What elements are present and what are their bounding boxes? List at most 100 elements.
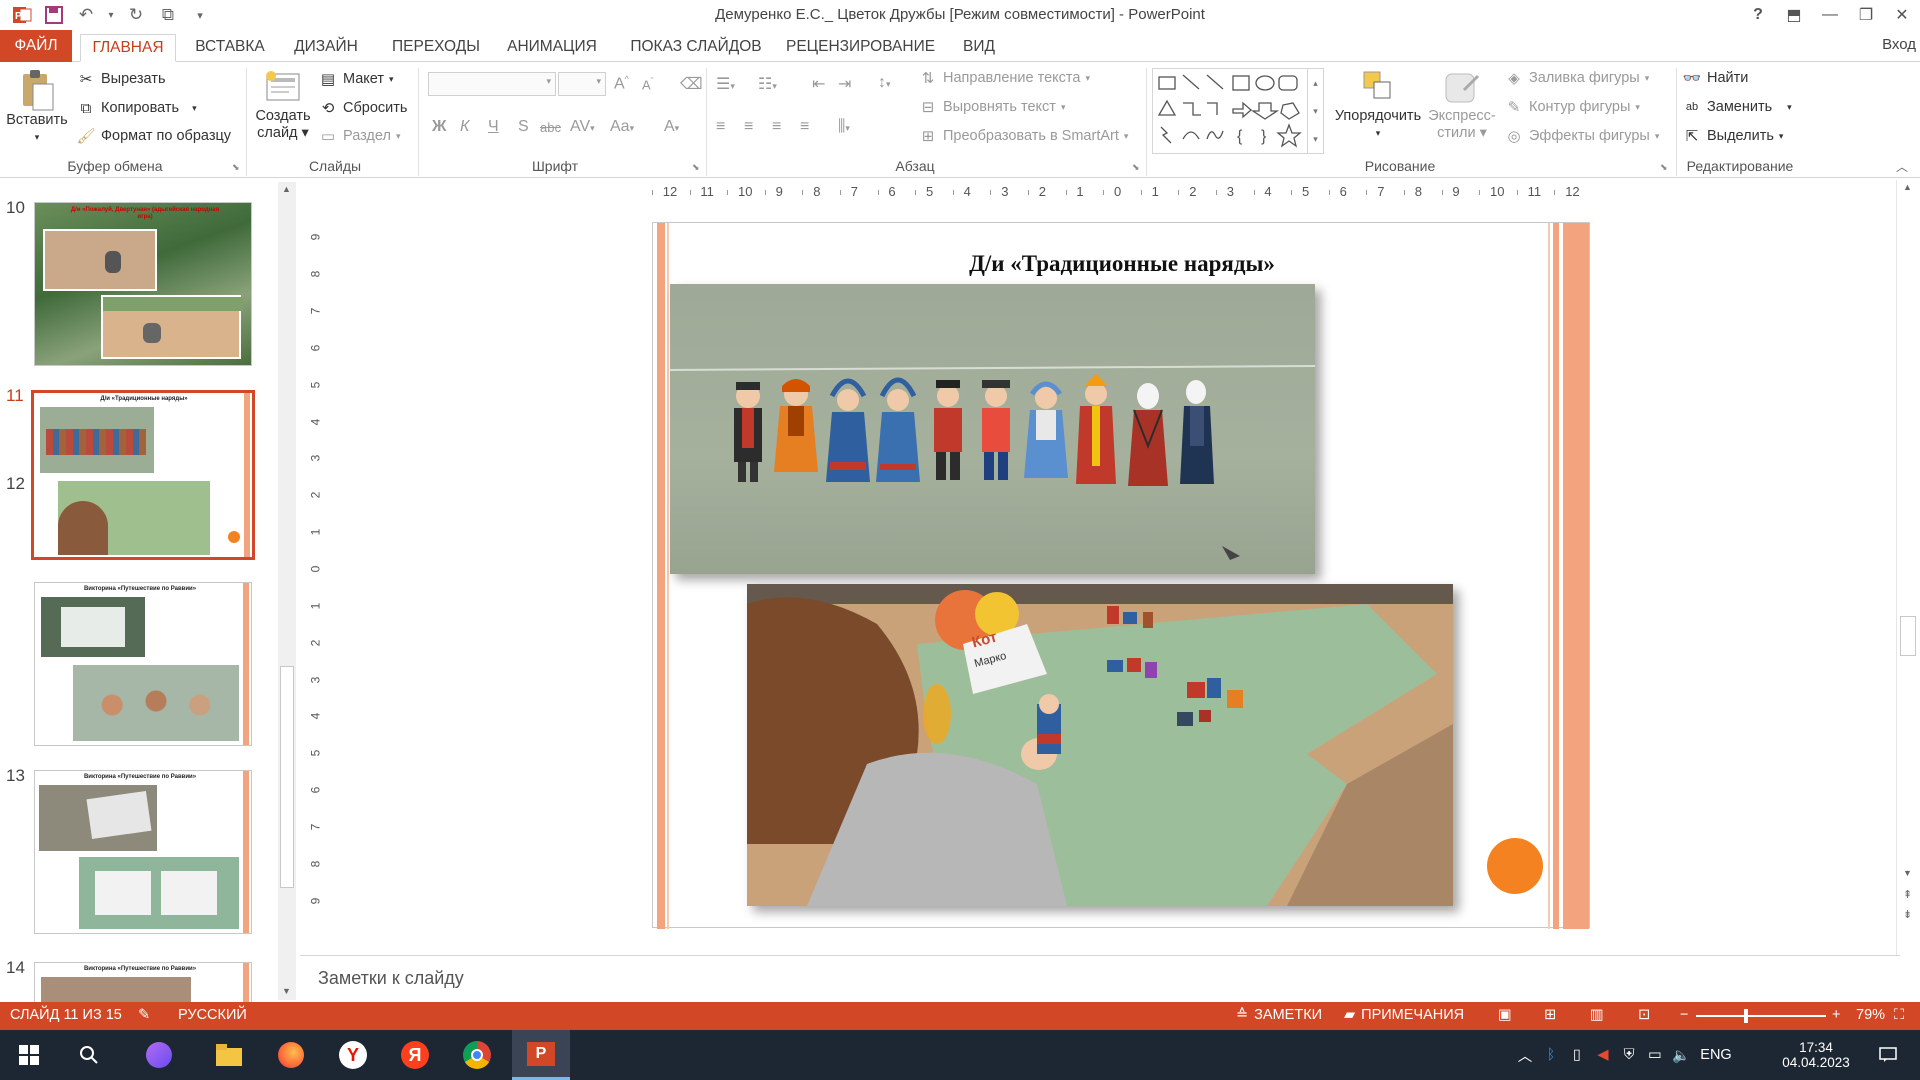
slide-canvas[interactable]: Д/и «Традиционные наряды» Кот Марко [652, 222, 1591, 929]
cut-button[interactable]: ✂ Вырезать [76, 69, 166, 89]
shapes-gallery-scroll[interactable]: ▴ ▾ ▾ [1307, 69, 1323, 153]
tab-home[interactable]: ГЛАВНАЯ [80, 34, 176, 62]
format-painter-button[interactable]: 🖌 Формат по образцу [76, 126, 231, 146]
notes-pane[interactable]: Заметки к слайду [300, 955, 1900, 1003]
font-name-input[interactable]: ▾ [428, 72, 556, 96]
shape-effects-button[interactable]: ◎ Эффекты фигуры ▾ [1504, 126, 1659, 146]
paste-dropdown-icon[interactable]: ▾ [4, 129, 70, 146]
shadow-button[interactable]: S [518, 118, 529, 136]
ribbon-display-options-icon[interactable]: ⬒ [1776, 0, 1812, 30]
section-button[interactable]: ▭ Раздел ▾ [318, 126, 401, 146]
zoom-slider[interactable] [1696, 1009, 1826, 1023]
tab-view[interactable]: ВИД [954, 34, 1004, 62]
notifications-icon[interactable] [1866, 1030, 1910, 1080]
zoom-out-icon[interactable]: − [1680, 1007, 1688, 1023]
comments-toggle-button[interactable]: ▰ ПРИМЕЧАНИЯ [1344, 1007, 1464, 1023]
clock[interactable]: 17:34 04.04.2023 [1770, 1030, 1862, 1080]
tab-transitions[interactable]: ПЕРЕХОДЫ [388, 34, 484, 62]
quick-styles-button[interactable]: Экспресс- стили ▾ [1422, 68, 1502, 142]
char-spacing-button[interactable]: AV▾ [570, 118, 595, 136]
next-slide-icon[interactable]: ⇟ [1903, 908, 1912, 921]
notes-placeholder[interactable]: Заметки к слайду [318, 968, 464, 989]
text-direction-button[interactable]: ⇅ Направление текста ▾ [918, 68, 1090, 88]
search-icon[interactable] [60, 1030, 118, 1080]
slide-title[interactable]: Д/и «Традиционные наряды» [653, 251, 1591, 277]
scroll-thumb[interactable] [280, 666, 294, 888]
align-center-icon[interactable]: ≡ [744, 118, 753, 136]
tab-review[interactable]: РЕЦЕНЗИРОВАНИЕ [786, 34, 935, 62]
reset-button[interactable]: ⟲ Сбросить [318, 98, 408, 118]
thumbnail-slide-12[interactable]: Викторина «Путешествие по Раввии» [34, 582, 252, 746]
arrange-button[interactable]: Упорядочить ▾ [1328, 68, 1428, 142]
zoom-level[interactable]: 79% [1856, 1007, 1885, 1023]
new-slide-button[interactable]: Создать слайд ▾ [250, 68, 316, 142]
yandex-browser-icon[interactable]: Y [324, 1030, 382, 1080]
thumbnail-slide-10[interactable]: Д/и «Пожалуй, Двертунан» (адыгейская нар… [34, 202, 252, 366]
volume-icon[interactable]: 🔈 [1668, 1047, 1694, 1064]
orange-circle[interactable] [1487, 838, 1543, 894]
zoom-slider-thumb[interactable] [1743, 1009, 1748, 1023]
italic-button[interactable]: К [460, 118, 469, 136]
font-size-input[interactable]: ▾ [558, 72, 606, 96]
language-indicator[interactable]: РУССКИЙ [178, 1007, 247, 1023]
paste-button[interactable]: Вставить ▾ [4, 68, 70, 146]
shape-outline-button[interactable]: ✎ Контур фигуры ▾ [1504, 97, 1640, 117]
alice-assistant-icon[interactable] [130, 1030, 188, 1080]
copy-button[interactable]: ⧉ Копировать ▾ [76, 98, 197, 118]
columns-icon[interactable]: ⫼▾ [838, 118, 850, 136]
windows-start-icon[interactable] [0, 1030, 58, 1080]
scroll-down-icon[interactable]: ▼ [1903, 868, 1912, 878]
notes-toggle-button[interactable]: ≙ ЗАМЕТКИ [1236, 1007, 1322, 1023]
shape-fill-button[interactable]: ◈ Заливка фигуры ▾ [1504, 68, 1649, 88]
restore-icon[interactable]: ❐ [1848, 0, 1884, 30]
tab-file[interactable]: ФАЙЛ [0, 30, 72, 62]
scroll-up-icon[interactable]: ▲ [282, 184, 291, 194]
firefox-icon[interactable] [262, 1030, 320, 1080]
bold-button[interactable]: Ж [432, 118, 446, 136]
numbering-icon[interactable]: ☷▾ [758, 74, 777, 94]
align-right-icon[interactable]: ≡ [772, 118, 781, 136]
shapes-gallery[interactable]: {} ▴ ▾ ▾ [1152, 68, 1324, 154]
security-shield-icon[interactable]: ⛨ [1616, 1047, 1642, 1063]
font-size-dropdown-icon[interactable]: ▾ [596, 76, 601, 87]
scroll-thumb[interactable] [1900, 616, 1916, 656]
strikethrough-button[interactable]: abc [540, 120, 561, 135]
zoom-in-icon[interactable]: + [1832, 1007, 1840, 1023]
increase-indent-icon[interactable]: ⇥ [838, 74, 851, 94]
font-color-button[interactable]: A▾ [664, 118, 679, 136]
photo-traditional-dolls[interactable] [670, 284, 1315, 574]
thumbnail-slide-13[interactable]: Викторина «Путешествие по Раввии» [34, 770, 252, 934]
font-launcher-icon[interactable]: ⬊ [692, 162, 700, 173]
powerpoint-taskbar-icon[interactable]: P [512, 1030, 570, 1080]
tab-slideshow[interactable]: ПОКАЗ СЛАЙДОВ [626, 34, 766, 62]
replace-button[interactable]: ab Заменить ▾ [1682, 97, 1792, 117]
layout-button[interactable]: ▤ Макет ▾ [318, 69, 394, 89]
justify-icon[interactable]: ≡ [800, 118, 809, 136]
clear-formatting-icon[interactable]: ⌫ [680, 74, 703, 94]
previous-slide-icon[interactable]: ⇞ [1903, 888, 1912, 901]
align-left-icon[interactable]: ≡ [716, 118, 725, 136]
normal-view-icon[interactable]: ▣ [1498, 1007, 1512, 1023]
scroll-up-icon[interactable]: ▲ [1903, 182, 1912, 192]
thumbnail-slide-11[interactable]: Д/и «Традиционные наряды» [31, 390, 255, 560]
tab-insert[interactable]: ВСТАВКА [190, 34, 270, 62]
usb-device-icon[interactable]: ▯ [1564, 1047, 1590, 1063]
chrome-icon[interactable] [448, 1030, 506, 1080]
clipboard-launcher-icon[interactable]: ⬊ [232, 162, 240, 173]
slideshow-view-icon[interactable]: ⊡ [1638, 1007, 1650, 1023]
font-name-dropdown-icon[interactable]: ▾ [546, 76, 551, 87]
bluetooth-icon[interactable]: ᛒ [1538, 1047, 1564, 1063]
underline-button[interactable]: Ч [488, 118, 499, 136]
smartart-button[interactable]: ⊞ Преобразовать в SmartArt ▾ [918, 126, 1129, 146]
horizontal-ruler[interactable]: 12 11 10 9 8 7 6 5 4 3 2 1 0 1 2 3 4 5 6 7 8 9 10 11 12 [652, 182, 1592, 202]
scroll-down-icon[interactable]: ▼ [282, 986, 291, 996]
show-hidden-icons-icon[interactable]: ︿ [1512, 1045, 1538, 1066]
copy-dropdown-icon[interactable]: ▾ [192, 103, 197, 114]
file-explorer-icon[interactable] [200, 1030, 258, 1080]
signin-link[interactable]: Вход [1882, 36, 1916, 53]
network-icon[interactable]: ▭ [1642, 1047, 1668, 1063]
input-language[interactable]: ENG [1694, 1047, 1738, 1063]
slide-sorter-icon[interactable]: ⊞ [1544, 1007, 1556, 1023]
align-text-button[interactable]: ⊟ Выровнять текст ▾ [918, 97, 1066, 117]
thumbnails-scrollbar[interactable]: ▲ ▼ [278, 182, 296, 1000]
